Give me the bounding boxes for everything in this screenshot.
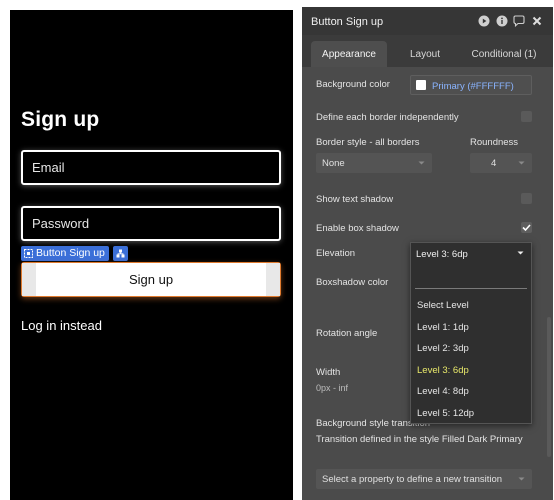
signup-button[interactable]: Sign up bbox=[21, 262, 281, 297]
password-placeholder: Password bbox=[32, 216, 90, 231]
checkmark-icon bbox=[522, 224, 531, 232]
option-level-4[interactable]: Level 4: 8dp bbox=[417, 386, 469, 397]
page-canvas: Sign up Email Password Button Sign up Si… bbox=[10, 10, 293, 500]
signup-button-label: Sign up bbox=[128, 272, 174, 287]
roundness-label: Roundness bbox=[470, 137, 519, 148]
chevron-down-icon bbox=[518, 477, 525, 481]
transition-note: Transition defined in the style Filled D… bbox=[316, 434, 523, 445]
selected-element-label[interactable]: Button Sign up bbox=[21, 245, 109, 261]
property-editor-panel: Button Sign up Appearance Layout Conditi… bbox=[302, 7, 553, 500]
password-field[interactable]: Password bbox=[21, 206, 281, 241]
panel-tabs: Appearance Layout Conditional (1) bbox=[302, 37, 553, 67]
elevation-selected-value: Level 3: 6dp bbox=[416, 249, 468, 260]
info-icon[interactable] bbox=[496, 15, 508, 27]
tab-layout[interactable]: Layout bbox=[396, 41, 454, 67]
email-placeholder: Email bbox=[32, 160, 65, 175]
option-select-level[interactable]: Select Level bbox=[417, 300, 469, 311]
rotation-angle-label: Rotation angle bbox=[316, 328, 378, 339]
page-title: Sign up bbox=[21, 108, 100, 131]
text-shadow-checkbox[interactable] bbox=[521, 193, 532, 204]
panel-header: Button Sign up bbox=[302, 7, 553, 35]
background-color-value: Primary (#FFFFFF) bbox=[432, 81, 514, 92]
box-shadow-checkbox[interactable] bbox=[521, 222, 532, 233]
width-value: 0px - inf bbox=[316, 383, 349, 393]
width-label: Width bbox=[316, 367, 341, 378]
boxshadow-color-label: Boxshadow color bbox=[316, 277, 389, 288]
box-shadow-label: Enable box shadow bbox=[316, 223, 399, 234]
login-link[interactable]: Log in instead bbox=[21, 318, 102, 333]
option-level-5[interactable]: Level 5: 12dp bbox=[417, 408, 474, 419]
transition-dropdown-text: Select a property to define a new transi… bbox=[322, 474, 503, 485]
selection-tag-text: Button Sign up bbox=[36, 247, 105, 259]
elevation-search-input[interactable] bbox=[415, 267, 527, 289]
play-icon[interactable] bbox=[478, 15, 490, 27]
tab-conditional[interactable]: Conditional (1) bbox=[462, 41, 546, 67]
elevation-dropdown[interactable]: Level 3: 6dp Select Level Level 1: 1dp L… bbox=[410, 242, 532, 424]
text-shadow-label: Show text shadow bbox=[316, 194, 394, 205]
color-swatch[interactable] bbox=[416, 80, 426, 90]
option-level-2[interactable]: Level 2: 3dp bbox=[417, 343, 469, 354]
option-level-1[interactable]: Level 1: 1dp bbox=[417, 322, 469, 333]
email-field[interactable]: Email bbox=[21, 150, 281, 185]
elevation-label: Elevation bbox=[316, 248, 356, 259]
define-border-checkbox[interactable] bbox=[521, 111, 532, 122]
border-style-label: Border style - all borders bbox=[316, 137, 420, 148]
workflow-icon[interactable] bbox=[112, 245, 128, 261]
border-style-value: None bbox=[322, 158, 345, 169]
comment-icon[interactable] bbox=[513, 15, 525, 27]
background-color-picker[interactable]: Primary (#FFFFFF) bbox=[410, 75, 532, 95]
panel-title: Button Sign up bbox=[311, 16, 384, 28]
appearance-settings: Background color Primary (#FFFFFF) Defin… bbox=[302, 67, 553, 500]
border-style-dropdown[interactable]: None bbox=[316, 153, 432, 173]
close-icon[interactable] bbox=[531, 15, 543, 27]
chevron-down-icon bbox=[518, 161, 525, 165]
option-level-3[interactable]: Level 3: 6dp bbox=[417, 365, 469, 376]
roundness-input[interactable]: 4 bbox=[470, 153, 532, 173]
chevron-down-icon bbox=[418, 161, 425, 165]
selection-tag[interactable]: Button Sign up bbox=[21, 245, 128, 261]
background-color-label: Background color bbox=[316, 79, 390, 90]
transition-property-dropdown[interactable]: Select a property to define a new transi… bbox=[316, 469, 532, 489]
element-icon bbox=[24, 248, 33, 258]
define-border-label: Define each border independently bbox=[316, 112, 459, 123]
panel-scrollbar[interactable] bbox=[547, 317, 551, 457]
tab-appearance[interactable]: Appearance bbox=[311, 41, 387, 67]
roundness-value: 4 bbox=[491, 158, 497, 169]
caret-down-icon bbox=[517, 251, 524, 255]
